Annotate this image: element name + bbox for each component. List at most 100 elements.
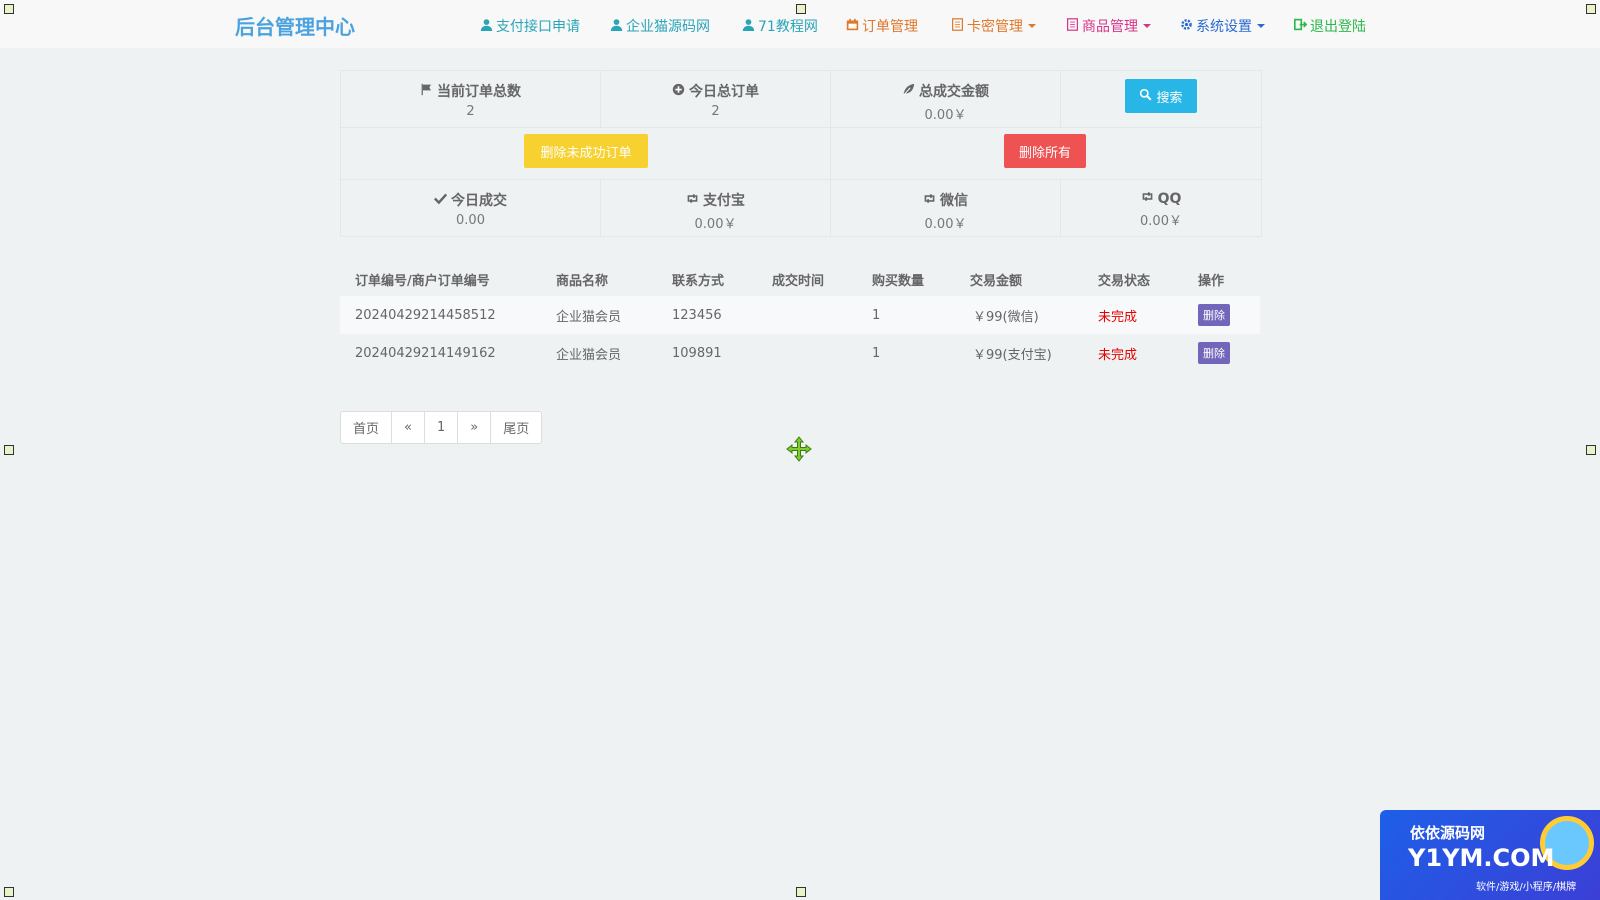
resize-handle-top-right[interactable] [1586,4,1596,14]
resize-handle-top-left[interactable] [4,4,14,14]
amount: ￥99(支付宝) [973,347,1052,363]
stat-today-deal: 今日成交 0.00 [341,180,600,236]
brand-title[interactable]: 后台管理中心 [235,11,355,40]
user-icon [610,18,623,35]
column-header: 操作 [1198,273,1225,289]
stat-label: 支付宝 [703,193,745,209]
nav-item-label: 商品管理 [1082,19,1138,35]
status: 未完成 [1098,309,1138,325]
nav-item-logout[interactable]: 退出登陆 [1294,16,1366,36]
column-header: 联系方式 [672,273,725,289]
list-icon [1066,17,1079,35]
table-row: 20240429214458512 企业猫会员 123456 1 ￥99(微信)… [340,296,1260,334]
stat-value: 0.00 [456,213,485,228]
stat-total-amount: 总成交金额 0.00￥ [831,71,1060,127]
nav-item-label: 71教程网 [758,19,818,35]
watermark-subtitle: 软件/游戏/小程序/棋牌 [1476,882,1577,893]
quantity: 1 [872,345,881,361]
stat-current-total: 当前订单总数 2 [341,71,600,127]
stat-value: 0.00￥ [924,108,967,123]
stat-value: 2 [711,104,720,119]
caret-down-icon [1028,24,1036,28]
watermark-title: 依依源码网 [1410,824,1486,842]
column-header: 订单编号/商户订单编号 [355,273,490,289]
stat-qq: QQ 0.00￥ [1061,180,1261,236]
nav-item-source-site[interactable]: 企业猫源码网 [610,16,710,36]
nav-item-label: 卡密管理 [967,19,1023,35]
stat-value: 0.00￥ [924,217,967,232]
watermark-domain: Y1YM.COM [1408,844,1555,872]
resize-handle-left[interactable] [4,445,14,455]
nav-item-label: 订单管理 [862,19,918,35]
page-number[interactable]: 1 [423,411,459,444]
nav-item-payment-apply[interactable]: 支付接口申请 [480,16,580,36]
delete-all-button[interactable]: 删除所有 [1004,134,1086,168]
stat-value: 0.00￥ [694,217,737,232]
search-icon [1139,88,1152,105]
product-name: 企业猫会员 [556,347,622,363]
nav-item-card-management[interactable]: 卡密管理 [951,16,1036,36]
action-cell: 删除 [1198,334,1230,372]
divider [1060,71,1061,127]
stats-panel: 当前订单总数 2 今日总订单 2 总成交金额 0.00￥ 搜索 删除未成功订单 … [340,70,1262,237]
logout-icon [1294,18,1308,35]
stat-label: 总成交金额 [919,84,989,100]
quantity: 1 [872,307,881,323]
resize-handle-right[interactable] [1586,445,1596,455]
order-number: 20240429214149162 [355,345,496,361]
stats-row-summary: 当前订单总数 2 今日总订单 2 总成交金额 0.00￥ 搜索 [341,71,1261,128]
nav-item-product-management[interactable]: 商品管理 [1066,16,1151,36]
nav-item-label: 退出登陆 [1310,19,1366,35]
user-icon [480,18,493,35]
stat-value: 0.00￥ [1140,214,1182,229]
retweet-icon [923,192,936,209]
stat-label: 当前订单总数 [437,84,521,100]
retweet-icon [686,192,699,209]
stat-alipay: 支付宝 0.00￥ [601,180,830,236]
pagination: 首页 « 1 » 尾页 [340,411,543,444]
leaf-icon [902,83,915,100]
move-icon[interactable] [786,436,812,462]
stat-label: 今日总订单 [689,84,759,100]
calendar-icon [846,18,859,35]
page-first[interactable]: 首页 [340,411,393,444]
contact: 123456 [672,307,722,323]
plus-circle-icon [672,83,685,100]
search-button[interactable]: 搜索 [1125,79,1197,113]
nav-item-label: 企业猫源码网 [626,19,710,35]
list-icon [951,17,964,35]
page-last[interactable]: 尾页 [490,411,543,444]
orders-table: 订单编号/商户订单编号 商品名称 联系方式 成交时间 购买数量 交易金额 交易状… [340,262,1260,372]
gear-icon [1180,18,1193,35]
stat-label: 微信 [940,193,968,209]
action-cell: 删除 [1198,296,1230,334]
nav-item-system-settings[interactable]: 系统设置 [1180,16,1265,36]
column-header: 成交时间 [772,273,825,289]
column-header: 商品名称 [556,273,609,289]
status: 未完成 [1098,347,1138,363]
page-next[interactable]: » [457,411,492,444]
delete-failed-orders-button[interactable]: 删除未成功订单 [524,134,648,168]
stat-label: 今日成交 [451,193,507,209]
column-header: 交易状态 [1098,273,1151,289]
product-name: 企业猫会员 [556,309,622,325]
nav-item-order-management[interactable]: 订单管理 [846,16,918,36]
nav-item-tutorial-site[interactable]: 71教程网 [742,16,818,36]
resize-handle-top[interactable] [796,4,806,14]
stat-today-orders: 今日总订单 2 [601,71,830,127]
delete-button[interactable]: 删除 [1198,342,1230,364]
resize-handle-bottom[interactable] [796,887,806,897]
order-number: 20240429214458512 [355,307,496,323]
page-prev[interactable]: « [391,411,425,444]
nav-item-label: 支付接口申请 [496,19,580,35]
resize-handle-bottom-left[interactable] [4,887,14,897]
flag-icon [420,83,433,100]
nav-item-label: 系统设置 [1196,19,1252,35]
delete-button[interactable]: 删除 [1198,304,1230,326]
stat-wechat: 微信 0.00￥ [831,180,1060,236]
stat-label: QQ [1157,190,1182,207]
contact: 109891 [672,345,722,361]
stats-row-actions: 删除未成功订单 删除所有 [341,128,1261,180]
watermark-badge: 依依源码网 Y1YM.COM 软件/游戏/小程序/棋牌 [1380,810,1600,900]
table-row: 20240429214149162 企业猫会员 109891 1 ￥99(支付宝… [340,334,1260,372]
